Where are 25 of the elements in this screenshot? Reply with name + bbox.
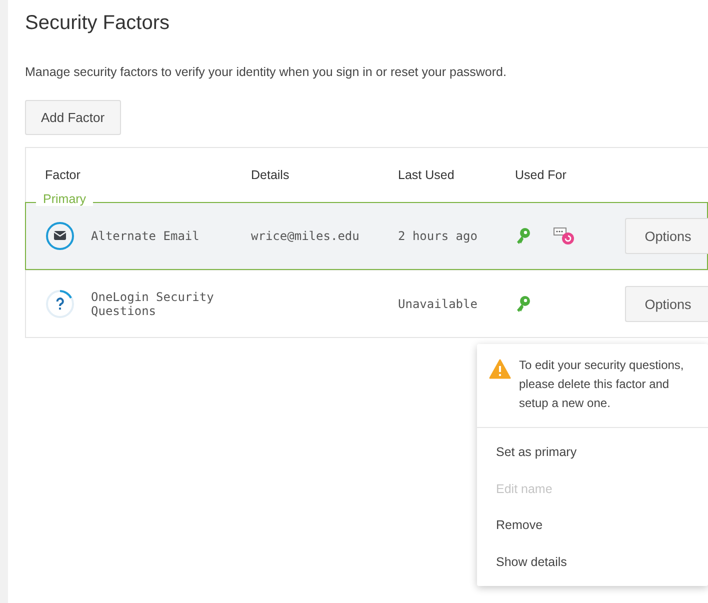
menu-item[interactable]: Remove	[477, 507, 708, 544]
add-factor-button[interactable]: Add Factor	[25, 100, 121, 135]
warning-message: To edit your security questions, please delete this factor and setup a new one.	[519, 357, 685, 412]
last-used: 2 hours ago	[398, 229, 478, 243]
primary-label: Primary	[36, 192, 94, 206]
menu-item[interactable]: Set as primary	[477, 434, 708, 470]
column-header: Used For	[515, 168, 568, 182]
column-header: Factor	[45, 168, 82, 182]
envelope-icon	[45, 221, 75, 251]
question-icon	[45, 289, 75, 319]
key-icon	[515, 227, 531, 245]
options-button[interactable]: Options	[625, 286, 708, 322]
key-icon	[515, 295, 531, 313]
page-title: Security Factors	[25, 12, 170, 35]
options-button[interactable]: Options	[625, 218, 708, 254]
factor-name: OneLogin Security Questions	[91, 290, 215, 318]
warning-icon	[489, 359, 511, 379]
factor-name: Alternate Email	[91, 228, 200, 244]
page-description: Manage security factors to verify your identity when you sign in or reset your password.	[25, 65, 508, 79]
column-header: Details	[251, 168, 290, 182]
last-used: Unavailable	[398, 297, 478, 311]
factor-details: wrice@miles.edu	[251, 229, 360, 243]
column-header: Last Used	[398, 168, 456, 182]
password-reset-icon	[553, 227, 575, 245]
menu-item[interactable]: Show details	[477, 544, 708, 580]
